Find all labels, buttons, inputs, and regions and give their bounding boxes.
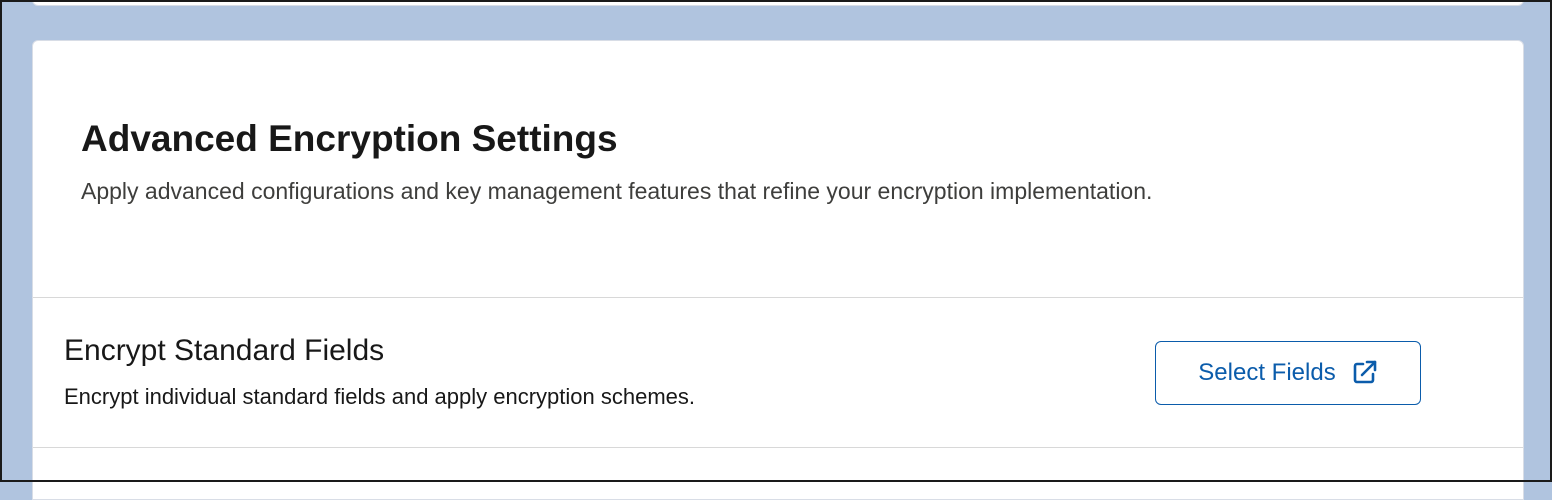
advanced-encryption-card: Advanced Encryption Settings Apply advan… (32, 40, 1524, 500)
section-title: Advanced Encryption Settings (81, 118, 618, 159)
encrypt-standard-fields-title: Encrypt Standard Fields (64, 334, 385, 367)
previous-card (32, 0, 1524, 6)
encrypt-standard-fields-description: Encrypt individual standard fields and a… (64, 384, 696, 409)
select-fields-button[interactable]: Select Fields (1155, 341, 1421, 405)
external-link-icon (1350, 359, 1378, 387)
section-description: Apply advanced configurations and key ma… (81, 178, 1153, 204)
divider (33, 447, 1523, 448)
divider (33, 297, 1523, 298)
select-fields-label: Select Fields (1198, 359, 1336, 386)
